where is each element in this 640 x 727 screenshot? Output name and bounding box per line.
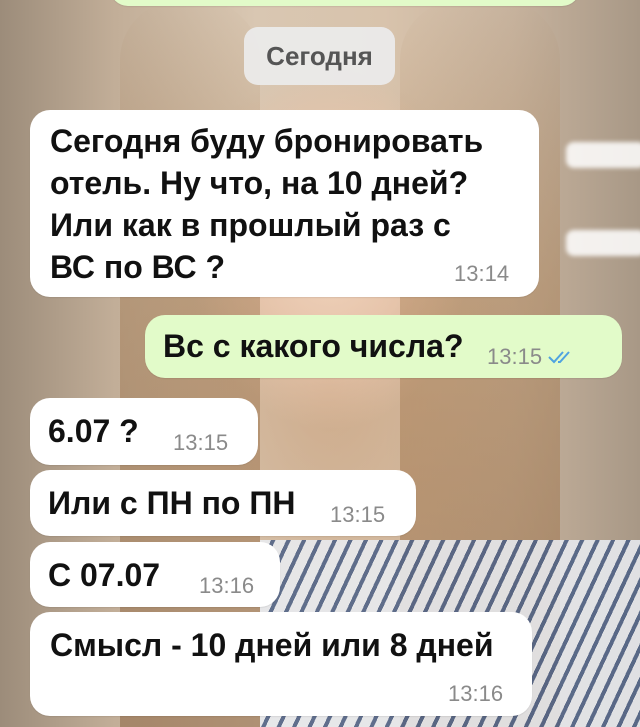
message-line: Или как в прошлый раз с xyxy=(50,207,451,243)
message-time: 13:15 xyxy=(173,430,229,455)
message-bubble-incoming[interactable]: 6.07 ? 13:15 xyxy=(30,398,258,465)
message-text: Вс с какого числа? xyxy=(163,328,464,364)
message-bubble-incoming[interactable]: Или с ПН по ПН 13:15 xyxy=(30,470,416,536)
message-bubble-outgoing[interactable]: Вс с какого числа? 13:15 xyxy=(145,315,622,378)
message-text: С 07.07 xyxy=(48,557,161,593)
double-check-icon xyxy=(548,351,570,364)
message-time: 13:16 xyxy=(448,681,504,706)
message-text: 6.07 ? xyxy=(48,413,139,449)
message-bubble-incoming[interactable]: Смысл - 10 дней или 8 дней 13:16 xyxy=(30,612,532,716)
message-bubble-incoming[interactable]: С 07.07 13:16 xyxy=(30,542,280,607)
message-time: 13:15 xyxy=(330,502,386,527)
message-text: Или с ПН по ПН xyxy=(48,485,296,521)
wallpaper-light xyxy=(566,142,640,168)
message-time-wrap: 13:15 xyxy=(487,345,576,369)
message-time: 13:14 xyxy=(454,261,510,286)
message-time: 13:16 xyxy=(199,573,255,598)
wallpaper-light xyxy=(566,230,640,256)
message-line: Сегодня буду бронировать xyxy=(50,123,484,159)
message-line: отель. Ну что, на 10 дней? xyxy=(50,165,469,201)
message-line: ВС по ВС ? xyxy=(50,249,226,285)
message-bubble-incoming[interactable]: Сегодня буду бронировать отель. Ну что, … xyxy=(30,110,539,297)
message-time: 13:15 xyxy=(487,344,543,369)
date-separator: Сегодня xyxy=(244,27,395,85)
message-bubble-outgoing-partial[interactable] xyxy=(110,0,580,6)
message-text: Сегодня буду бронировать отель. Ну что, … xyxy=(50,120,483,288)
message-text: Смысл - 10 дней или 8 дней xyxy=(50,627,494,663)
